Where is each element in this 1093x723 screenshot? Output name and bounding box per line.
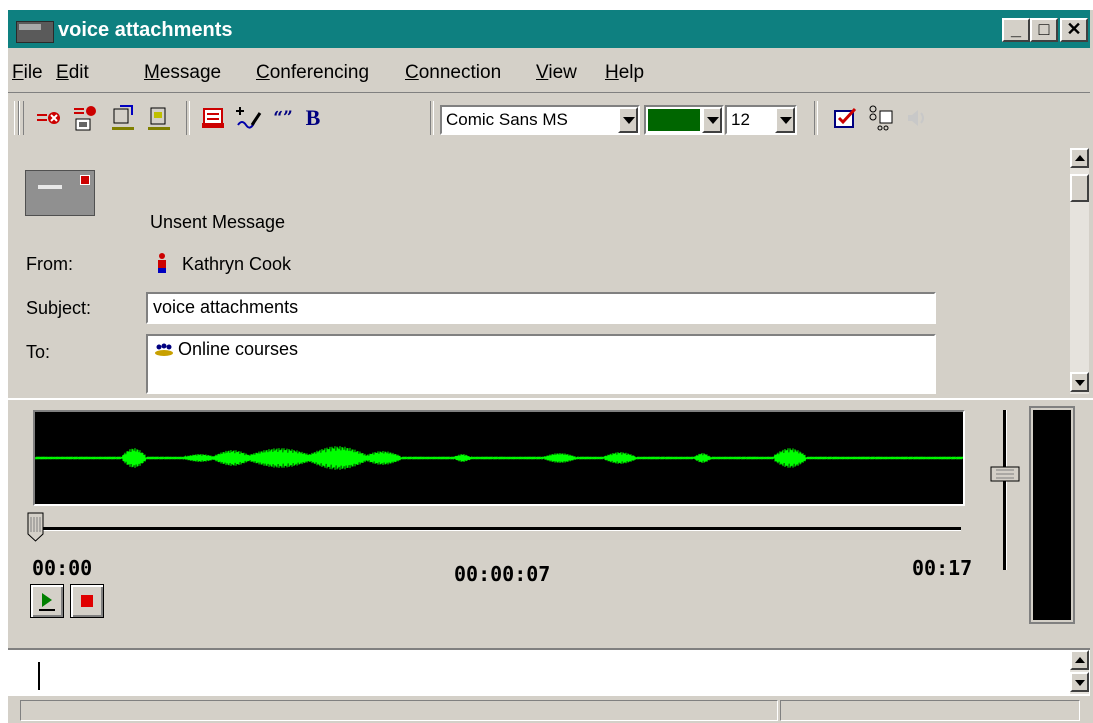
waveform-trace xyxy=(34,446,964,470)
volume-slider[interactable] xyxy=(990,466,1020,482)
editor-scrollbar[interactable] xyxy=(1070,650,1089,694)
playback-position-track[interactable] xyxy=(36,527,961,531)
scroll-down-button[interactable] xyxy=(1070,672,1089,692)
app-window-icon[interactable] xyxy=(16,21,54,43)
send-icon[interactable] xyxy=(34,103,64,133)
menu-edit[interactable]: Edit xyxy=(56,62,89,84)
to-field[interactable]: Online courses xyxy=(146,334,936,394)
chevron-down-icon[interactable] xyxy=(702,107,722,133)
from-label: From: xyxy=(26,254,73,274)
toolbar-separator xyxy=(430,101,434,135)
subject-value: voice attachments xyxy=(153,297,299,317)
font-size-select[interactable]: 12 xyxy=(725,105,797,135)
font-color-select[interactable] xyxy=(644,105,724,135)
message-body-editor[interactable] xyxy=(8,648,1090,696)
send-later-icon[interactable] xyxy=(70,103,100,133)
from-value: Kathryn Cook xyxy=(182,254,292,274)
playback-position-slider[interactable] xyxy=(27,512,44,542)
toolbar: “” B Comic Sans MS 12 xyxy=(8,92,1090,139)
scroll-up-button[interactable] xyxy=(1070,148,1089,168)
waveform xyxy=(34,446,964,470)
window-title: voice attachments xyxy=(58,19,233,41)
toolbar-separator xyxy=(814,101,818,135)
close-button[interactable]: ✕ xyxy=(1060,18,1088,42)
toolbar-grip-2[interactable] xyxy=(19,101,24,135)
menu-help[interactable]: Help xyxy=(605,62,644,84)
voice-player: 00:00 00:00:07 00:17 xyxy=(8,398,1093,644)
menu-bar: File Edit Message Conferencing Connectio… xyxy=(8,54,1090,88)
application-window: voice attachments _ □ ✕ File Edit Messag… xyxy=(8,10,1093,723)
header-scrollbar[interactable] xyxy=(1070,148,1089,394)
text-cursor xyxy=(38,662,40,690)
volume-track[interactable] xyxy=(1003,410,1007,570)
stop-icon xyxy=(81,595,93,607)
menu-file[interactable]: File xyxy=(12,62,43,84)
level-meter xyxy=(1029,406,1075,624)
title-bar[interactable]: voice attachments _ □ ✕ xyxy=(8,10,1090,48)
status-bar xyxy=(8,698,1093,723)
menu-message[interactable]: Message xyxy=(144,62,221,84)
minimize-button[interactable]: _ xyxy=(1002,18,1030,42)
scroll-up-button[interactable] xyxy=(1070,650,1089,670)
speaker-icon[interactable] xyxy=(902,103,932,133)
stop-button[interactable] xyxy=(70,584,104,618)
quote-icon[interactable]: “” xyxy=(268,103,298,133)
menu-conferencing[interactable]: Conferencing xyxy=(256,62,369,84)
subject-label: Subject: xyxy=(26,298,92,318)
save-attachment-icon[interactable] xyxy=(144,103,174,133)
message-status: Unsent Message xyxy=(150,212,286,232)
font-color-swatch xyxy=(648,109,700,131)
waveform-display[interactable] xyxy=(33,410,965,506)
status-panel-secondary xyxy=(780,700,1080,721)
to-value: Online courses xyxy=(178,339,299,359)
subject-field[interactable]: voice attachments xyxy=(146,292,936,324)
end-time: 00:17 xyxy=(912,556,973,580)
font-family-select[interactable]: Comic Sans MS xyxy=(440,105,640,135)
menu-connection[interactable]: Connection xyxy=(405,62,501,84)
spell-check-icon[interactable] xyxy=(830,103,860,133)
maximize-button[interactable]: □ xyxy=(1030,18,1058,42)
address-book-icon[interactable] xyxy=(866,103,896,133)
menu-view[interactable]: View xyxy=(536,62,577,84)
font-family-value: Comic Sans MS xyxy=(446,110,568,129)
start-time: 00:00 xyxy=(32,556,93,580)
to-label: To: xyxy=(26,342,51,362)
message-header: Unsent Message From: Kathryn Cook Subjec… xyxy=(8,148,1093,394)
play-icon xyxy=(39,593,55,611)
group-icon xyxy=(154,343,174,357)
font-size-value: 12 xyxy=(731,110,750,129)
toolbar-separator xyxy=(186,101,190,135)
print-icon[interactable] xyxy=(198,103,228,133)
scroll-down-button[interactable] xyxy=(1070,372,1089,392)
envelope-icon xyxy=(25,170,95,216)
current-time: 00:00:07 xyxy=(454,562,551,586)
play-button[interactable] xyxy=(30,584,64,618)
chevron-down-icon[interactable] xyxy=(618,107,638,133)
insert-signature-icon[interactable] xyxy=(234,103,264,133)
status-panel-main xyxy=(20,700,778,721)
bold-icon[interactable]: B xyxy=(298,103,328,133)
scroll-thumb[interactable] xyxy=(1070,174,1089,202)
attach-file-icon[interactable] xyxy=(108,103,138,133)
chevron-down-icon[interactable] xyxy=(775,107,795,133)
user-icon xyxy=(156,252,168,274)
